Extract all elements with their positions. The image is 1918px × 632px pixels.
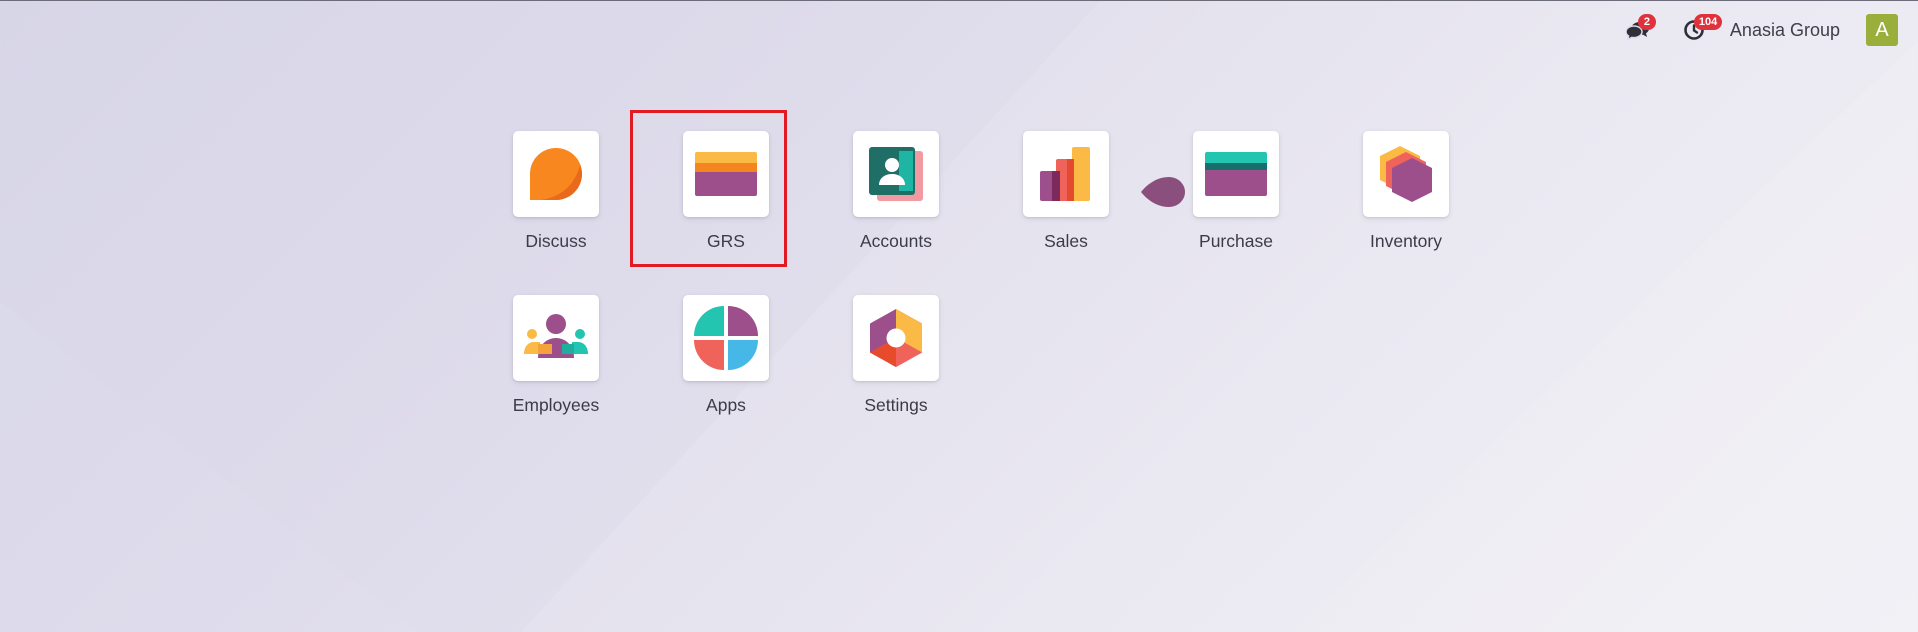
user-avatar[interactable]: A	[1866, 14, 1898, 46]
app-sales[interactable]: Sales	[981, 131, 1151, 295]
app-accounts[interactable]: Accounts	[811, 131, 981, 295]
app-grid: Discuss GRS Accounts Sales Purchase Inve…	[471, 131, 1491, 459]
company-switcher[interactable]: Anasia Group	[1730, 20, 1840, 41]
app-employees[interactable]: Employees	[471, 295, 641, 459]
sales-bars-icon	[1023, 131, 1109, 217]
discuss-icon	[513, 131, 599, 217]
app-label: Inventory	[1370, 231, 1442, 251]
app-label: Purchase	[1199, 231, 1273, 251]
messages-menu[interactable]: 2	[1618, 13, 1658, 47]
app-label: Discuss	[525, 231, 587, 251]
messages-badge: 2	[1637, 14, 1656, 30]
app-label: Sales	[1044, 231, 1088, 251]
employees-people-icon	[513, 295, 599, 381]
app-label: Apps	[706, 395, 746, 415]
app-label: Employees	[512, 395, 600, 415]
app-inventory[interactable]: Inventory	[1321, 131, 1491, 295]
systray: 2 104 Anasia Group A	[1618, 13, 1898, 47]
app-label: Settings	[864, 395, 928, 415]
app-label: Accounts	[860, 231, 932, 251]
inventory-cube-icon	[1363, 131, 1449, 217]
app-apps[interactable]: Apps	[641, 295, 811, 459]
app-discuss[interactable]: Discuss	[471, 131, 641, 295]
app-label: GRS	[707, 231, 745, 251]
apps-quadrant-icon	[683, 295, 769, 381]
accounts-contact-icon	[853, 131, 939, 217]
app-purchase[interactable]: Purchase	[1151, 131, 1321, 295]
app-grs[interactable]: GRS	[641, 131, 811, 295]
app-settings[interactable]: Settings	[811, 295, 981, 459]
purchase-card-icon	[1193, 131, 1279, 217]
activities-badge: 104	[1693, 14, 1723, 30]
grs-card-icon	[683, 131, 769, 217]
activities-menu[interactable]: 104	[1674, 13, 1723, 47]
settings-hexagon-icon	[853, 295, 939, 381]
